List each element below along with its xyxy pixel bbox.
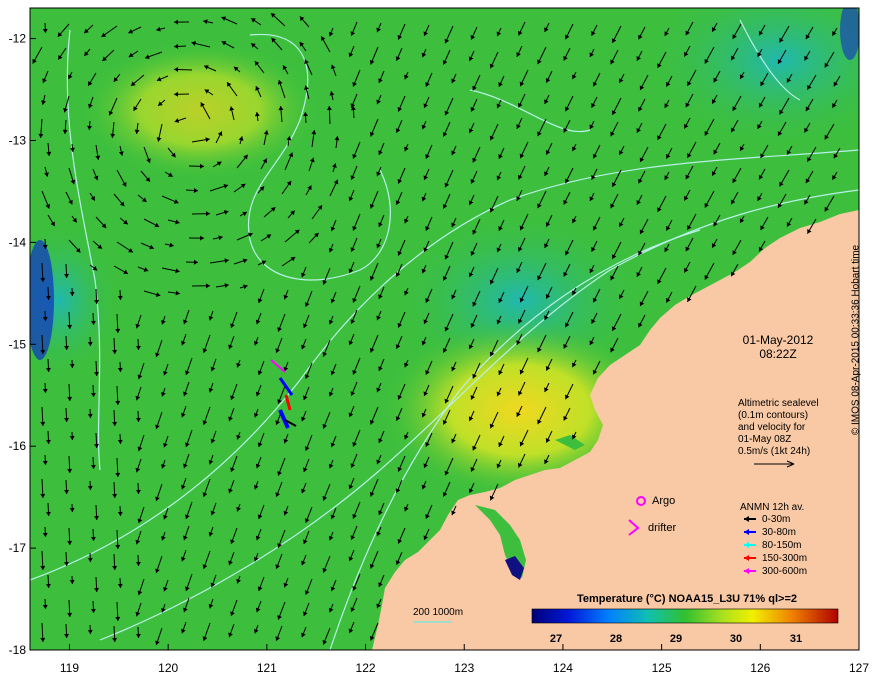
- y-tick-label: -12: [9, 32, 27, 46]
- cold-edge-patch: [840, 8, 859, 60]
- colorbar-tick-label: 27: [550, 633, 562, 645]
- colorbar-tick-label: 30: [730, 633, 742, 645]
- depth-label: 200 1000m: [413, 607, 463, 618]
- anmn-label: 80-150m: [762, 540, 801, 551]
- colorbar-tick-label: 31: [790, 633, 802, 645]
- warm-water-patch: [80, 40, 320, 180]
- date-label: 01-May-2012: [743, 333, 814, 347]
- credit-text: © IMOS 08-Apr-2015 00:33:36 Hobart time: [850, 244, 862, 436]
- colorbar-gradient: [531, 608, 839, 624]
- x-tick-label: 121: [257, 661, 277, 675]
- drifter-label: drifter: [648, 522, 676, 534]
- y-tick-label: -18: [9, 643, 27, 657]
- altimetry-line: 01-May 08Z: [738, 434, 791, 445]
- colorbar-tick-label: 29: [670, 633, 682, 645]
- argo-label: Argo: [652, 495, 675, 507]
- y-tick-label: -15: [9, 337, 27, 351]
- anmn-label: 30-80m: [762, 527, 796, 538]
- x-tick-label: 122: [356, 661, 376, 675]
- y-tick-label: -14: [9, 235, 27, 249]
- x-tick-label: 126: [750, 661, 770, 675]
- y-tick-label: -17: [9, 541, 27, 555]
- x-tick-label: 119: [60, 661, 79, 675]
- anmn-label: 150-300m: [762, 553, 807, 564]
- altimetry-line: (0.1m contours): [738, 410, 808, 421]
- x-tick-label: 125: [652, 661, 672, 675]
- x-tick-label: 127: [849, 661, 869, 675]
- sst-map: -12 -13 -14 -15 -16 -17 -18 119 120 121 122 123 124…: [9, 7, 869, 675]
- anmn-label: 0-30m: [762, 514, 790, 525]
- altimetry-line: and velocity for: [738, 422, 806, 433]
- anmn-label: 300-600m: [762, 566, 807, 577]
- time-label: 08:22Z: [759, 347, 796, 361]
- anmn-title: ANMN 12h av.: [740, 502, 804, 513]
- x-tick-label: 123: [454, 661, 474, 675]
- y-tick-label: -16: [9, 439, 27, 453]
- x-tick-label: 120: [158, 661, 178, 675]
- altimetry-line: Altimetric sealevel: [738, 398, 819, 409]
- colorbar-tick-label: 28: [610, 633, 622, 645]
- altimetry-line: 0.5m/s (1kt 24h): [738, 446, 810, 457]
- colorbar-title: Temperature (°C) NOAA15_L3U 71% ql>=2: [577, 593, 797, 605]
- y-tick-label: -13: [9, 133, 27, 147]
- x-tick-label: 124: [553, 661, 573, 675]
